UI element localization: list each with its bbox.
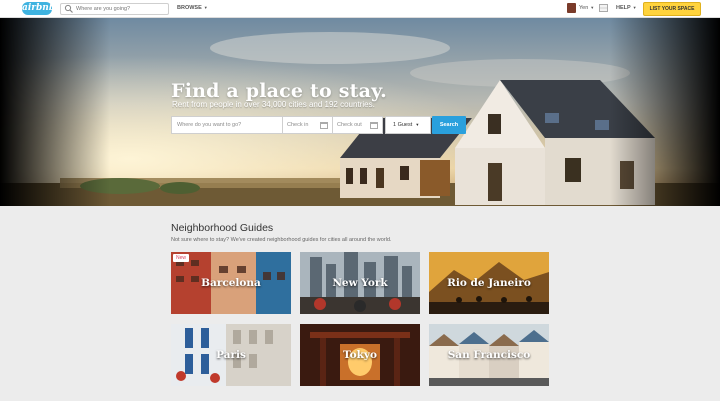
hero-house-photo	[0, 18, 720, 206]
guests-value: 1 Guest	[393, 122, 413, 128]
chevron-down-icon: ▼	[590, 5, 595, 10]
check-in-input[interactable]: Check in	[283, 116, 333, 134]
browse-menu[interactable]: BROWSE ▼	[177, 5, 208, 11]
guide-title: Barcelona	[201, 277, 261, 289]
guide-tile-new-york[interactable]: New York	[300, 252, 420, 314]
guides-subtitle: Not sure where to stay? We've created ne…	[171, 237, 392, 243]
guide-title: Rio de Janeiro	[447, 277, 531, 289]
calendar-icon	[370, 122, 378, 129]
airbnb-logo[interactable]: airbnb	[22, 2, 55, 15]
check-in-placeholder: Check in	[287, 122, 309, 128]
list-your-space-button[interactable]: LIST YOUR SPACE	[643, 2, 701, 16]
guide-tile-rio[interactable]: Rio de Janeiro	[429, 252, 549, 314]
check-out-input[interactable]: Check out	[333, 116, 383, 134]
guide-tile-barcelona[interactable]: New Barcelona	[171, 252, 291, 314]
user-name: Yen	[579, 5, 589, 11]
avatar[interactable]	[567, 3, 576, 13]
check-out-placeholder: Check out	[337, 122, 362, 128]
guide-tile-tokyo[interactable]: Tokyo	[300, 324, 420, 386]
search-button[interactable]: Search	[432, 116, 466, 134]
guide-title: Paris	[216, 349, 246, 361]
help-label: HELP	[616, 5, 631, 11]
chevron-down-icon: ▼	[414, 122, 420, 127]
calendar-icon	[320, 122, 328, 129]
guide-tile-paris[interactable]: Paris	[171, 324, 291, 386]
help-menu[interactable]: HELP ▼	[616, 5, 637, 11]
guide-tile-san-francisco[interactable]: San Francisco	[429, 324, 549, 386]
hero-banner: Find a place to stay. Rent from people i…	[0, 18, 720, 206]
user-menu[interactable]: Yen ▼	[579, 5, 594, 11]
guide-title: New York	[332, 277, 388, 289]
chevron-down-icon: ▼	[203, 5, 208, 10]
inbox-icon[interactable]	[599, 4, 608, 12]
guests-select[interactable]: 1 Guest ▼	[385, 116, 431, 134]
hero-title: Find a place to stay.	[171, 80, 387, 102]
chevron-down-icon: ▼	[632, 5, 637, 10]
guides-title: Neighborhood Guides	[171, 222, 274, 234]
nav-search-input[interactable]	[76, 6, 168, 12]
hero-search-bar: Where do you want to go? Check in Check …	[171, 116, 466, 134]
destination-input[interactable]: Where do you want to go?	[171, 116, 283, 134]
nav-search[interactable]	[60, 3, 169, 15]
hero-subtitle: Rent from people in over 34,000 cities a…	[172, 100, 375, 109]
search-icon	[64, 4, 73, 13]
guide-title: San Francisco	[447, 349, 531, 361]
browse-label: BROWSE	[177, 5, 202, 11]
new-badge: New	[173, 254, 190, 262]
top-nav: airbnb BROWSE▼ Yen▼ HELP▼ LIST YOUR SPAC…	[0, 0, 720, 18]
guide-title: Tokyo	[343, 349, 377, 361]
